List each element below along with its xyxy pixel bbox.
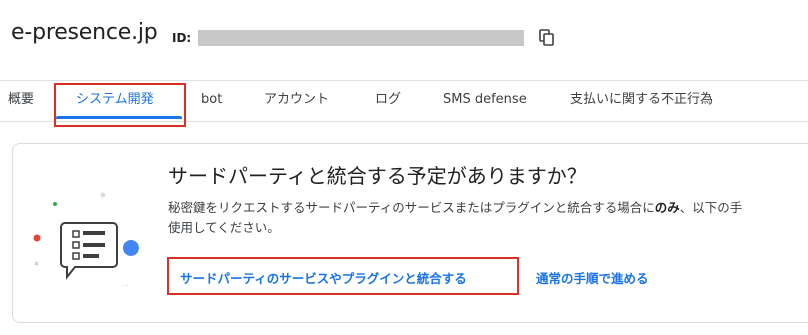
copy-icon[interactable] — [539, 29, 555, 47]
id-label: ID: — [172, 31, 192, 45]
card-title: サードパーティと統合する予定がありますか？ — [168, 164, 587, 188]
tab-system-development[interactable]: システム開発 — [76, 81, 154, 121]
description-text-continued: 、以下の手 — [679, 200, 743, 215]
tab-sms-defense[interactable]: SMS defense — [443, 81, 527, 121]
tab-overview[interactable]: 概要 — [8, 81, 34, 121]
description-emphasis: のみ — [654, 200, 680, 215]
description-text: 秘密鍵をリクエストするサードパーティのサービスまたはプラグインと統合する場合に — [168, 200, 655, 215]
tab-bot[interactable]: bot — [201, 81, 222, 121]
proceed-normal-steps-link[interactable]: 通常の手順で進める — [536, 268, 649, 287]
description-text-line2: 使用してください。 — [168, 220, 280, 235]
tab-payment-fraud[interactable]: 支払いに関する不正行為 — [570, 81, 713, 121]
tab-account[interactable]: アカウント — [264, 81, 329, 121]
page-header: e-presence.jp ID: — [0, 0, 808, 80]
chat-form-illustration-icon — [33, 192, 139, 286]
integration-card: サードパーティと統合する予定がありますか？ 秘密鍵をリクエストするサードパーティ… — [12, 143, 808, 323]
tab-bar: 概要 システム開発 bot アカウント ログ SMS defense 支払いに関… — [0, 80, 808, 122]
active-tab-indicator — [56, 116, 182, 119]
id-value-redacted — [198, 30, 524, 46]
integrate-third-party-link[interactable]: サードパーティのサービスやプラグインと統合する — [180, 268, 467, 287]
tab-log[interactable]: ログ — [375, 81, 401, 121]
site-title: e-presence.jp — [11, 20, 158, 45]
card-description: 秘密鍵をリクエストするサードパーティのサービスまたはプラグインと統合する場合にの… — [168, 198, 808, 238]
